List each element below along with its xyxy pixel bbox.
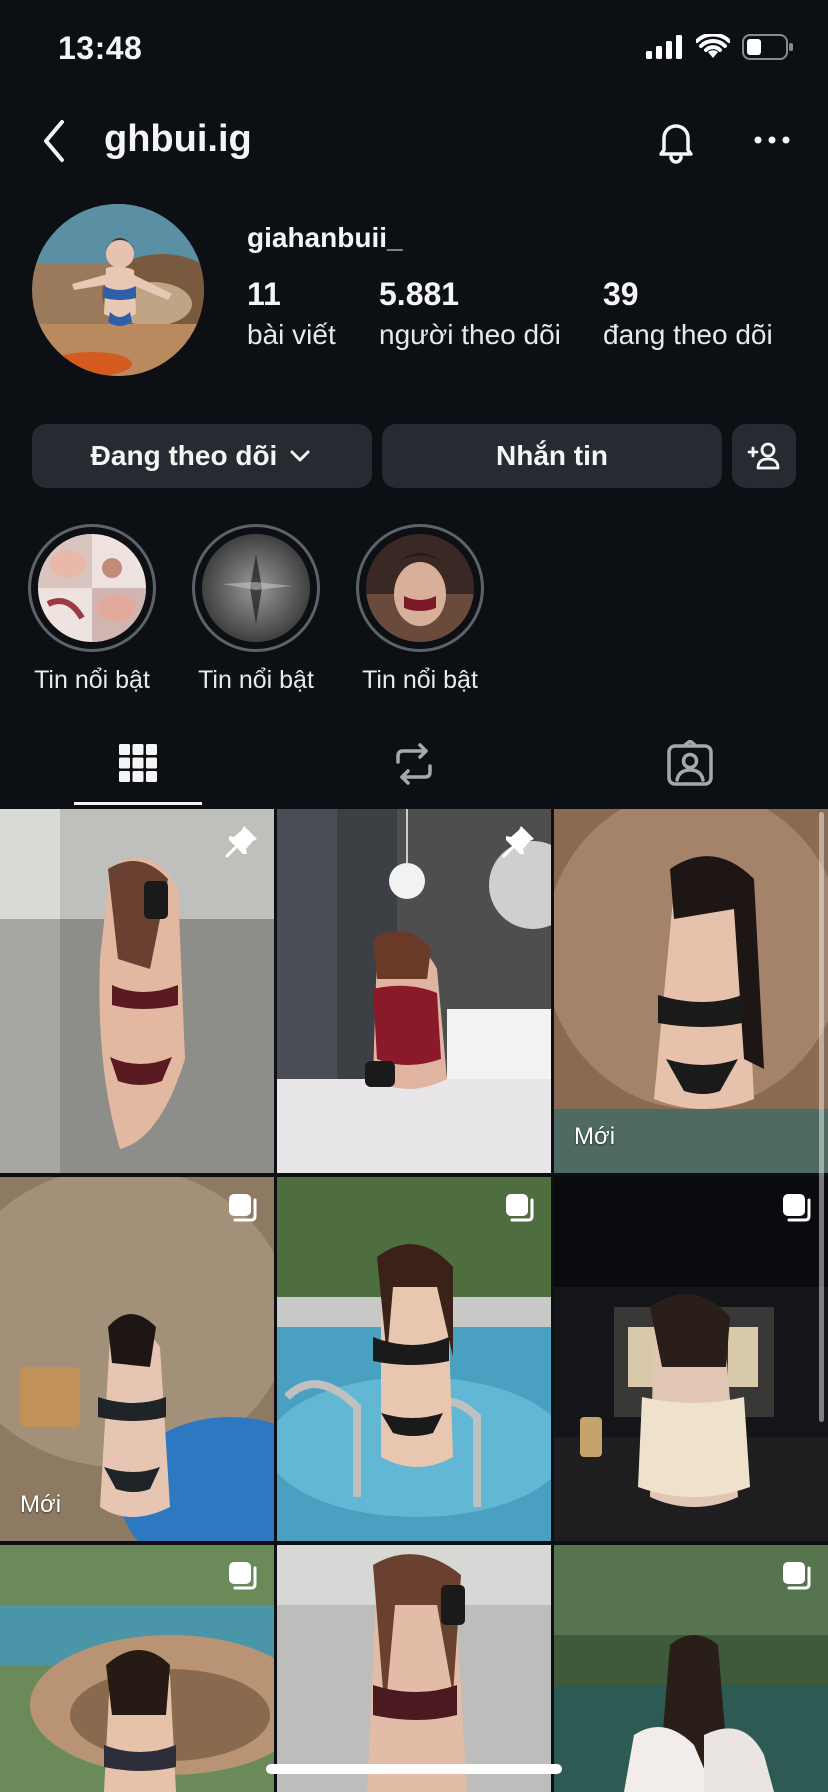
highlight-ring: [356, 524, 484, 652]
scrollbar[interactable]: [819, 812, 824, 1422]
pin-icon: [501, 823, 537, 864]
post-photo: [0, 1177, 274, 1541]
back-button[interactable]: [38, 118, 74, 164]
add-person-icon: [747, 442, 780, 470]
post-thumbnail[interactable]: [277, 1177, 551, 1541]
post-photo: [277, 1177, 551, 1541]
carousel-icon: [226, 1191, 260, 1230]
carousel-icon: [503, 1191, 537, 1230]
avatar-photo: [32, 204, 204, 376]
stat-following-value: 39: [603, 276, 639, 312]
post-photo: [277, 1545, 551, 1792]
tab-reposts[interactable]: [276, 728, 552, 808]
post-thumbnail[interactable]: [554, 1545, 828, 1792]
post-thumbnail[interactable]: [277, 1545, 551, 1792]
bell-icon: [659, 124, 693, 164]
home-indicator[interactable]: [266, 1764, 562, 1774]
notifications-button[interactable]: [652, 116, 700, 164]
carousel-icon: [780, 1559, 814, 1598]
highlight-label: Tin nổi bật: [362, 666, 478, 694]
profile-avatar[interactable]: [32, 204, 204, 376]
story-highlight[interactable]: Tin nổi bật: [354, 524, 486, 695]
highlight-cover: [38, 534, 146, 642]
new-post-label: Mới: [574, 1123, 616, 1150]
highlight-ring: [28, 524, 156, 652]
status-icons: [646, 32, 794, 65]
message-button[interactable]: Nhắn tin: [382, 424, 722, 488]
battery-icon: [742, 34, 794, 65]
highlight-cover: [366, 534, 474, 642]
profile-display-name: giahanbuii_: [247, 222, 403, 253]
story-highlight[interactable]: Tin nổi bật: [190, 524, 322, 695]
message-button-label: Nhắn tin: [496, 440, 608, 471]
tagged-icon: [667, 740, 713, 786]
highlight-cover: [202, 534, 310, 642]
stat-followers-value: 5.881: [379, 276, 460, 312]
stat-following-label: đang theo dõi: [603, 319, 773, 350]
stat-posts[interactable]: 11 bài viết: [247, 276, 336, 351]
profile-header: ghbui.ig: [0, 100, 828, 182]
carousel-icon: [780, 1191, 814, 1230]
chevron-down-icon: [290, 450, 310, 462]
post-thumbnail[interactable]: [277, 809, 551, 1173]
header-username: ghbui.ig: [104, 118, 252, 160]
stat-following[interactable]: 39 đang theo dõi: [603, 276, 773, 351]
new-post-label: Mới: [20, 1491, 62, 1518]
post-thumbnail[interactable]: Mới: [554, 809, 828, 1173]
active-tab-indicator: [74, 802, 202, 805]
status-time: 13:48: [58, 30, 143, 66]
pin-icon: [224, 823, 260, 864]
post-photo: [554, 809, 828, 1173]
highlight-label: Tin nổi bật: [198, 666, 314, 694]
back-arrow-icon: [44, 120, 64, 162]
wifi-icon: [695, 32, 731, 65]
tab-tagged[interactable]: [552, 728, 828, 808]
story-highlight[interactable]: Tin nổi bật: [26, 524, 158, 695]
stat-posts-label: bài viết: [247, 319, 336, 350]
post-thumbnail[interactable]: [554, 1177, 828, 1541]
post-photo: [554, 1177, 828, 1541]
highlight-label: Tin nổi bật: [34, 666, 150, 694]
post-thumbnail[interactable]: [0, 1545, 274, 1792]
suggest-people-button[interactable]: [732, 424, 796, 488]
post-thumbnail[interactable]: [0, 809, 274, 1173]
repost-icon: [396, 743, 432, 785]
following-button[interactable]: Đang theo dõi: [32, 424, 372, 488]
stat-followers-label: người theo dõi: [379, 319, 561, 350]
stat-posts-value: 11: [247, 276, 281, 312]
signal-icon: [646, 35, 684, 64]
grid-icon: [119, 744, 157, 782]
carousel-icon: [226, 1559, 260, 1598]
stat-followers[interactable]: 5.881 người theo dõi: [379, 276, 561, 351]
post-thumbnail[interactable]: Mới: [0, 1177, 274, 1541]
more-icon: [754, 136, 790, 144]
highlight-ring: [192, 524, 320, 652]
more-options-button[interactable]: [752, 120, 792, 160]
following-button-label: Đang theo dõi: [90, 440, 278, 471]
status-bar: 13:48: [0, 0, 828, 100]
tab-posts-grid[interactable]: [0, 728, 276, 808]
